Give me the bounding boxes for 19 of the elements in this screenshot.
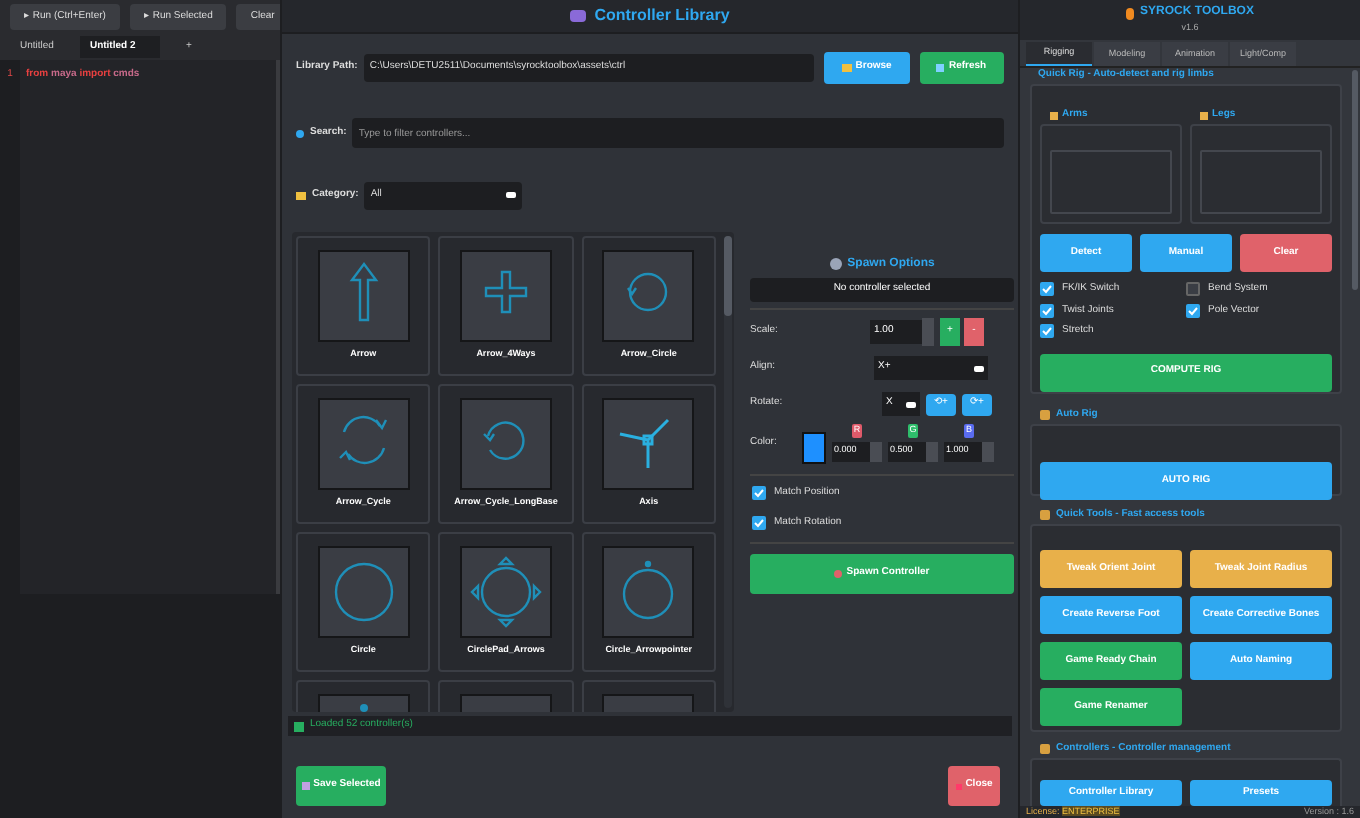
dialog-title: Controller Library [594,4,730,28]
limb-list [1050,150,1172,214]
spinner-icon[interactable] [982,441,994,462]
dropdown-icon [906,401,916,407]
spinner-icon[interactable] [926,441,938,462]
status-icon [294,721,304,731]
color-swatch[interactable] [802,432,826,464]
scrollbar-thumb[interactable] [724,236,732,316]
spinner-icon[interactable] [922,318,934,346]
check-icon [754,517,764,528]
dot-icon [359,704,368,712]
spinner-icon[interactable] [870,441,882,462]
dropdown-icon [974,365,984,371]
dropdown-icon [506,192,517,198]
limb-list [1200,150,1322,214]
checkbox[interactable] [1186,282,1200,297]
check-icon [754,488,764,499]
check-icon [1188,305,1198,316]
scrollbar-thumb[interactable] [1352,70,1358,290]
